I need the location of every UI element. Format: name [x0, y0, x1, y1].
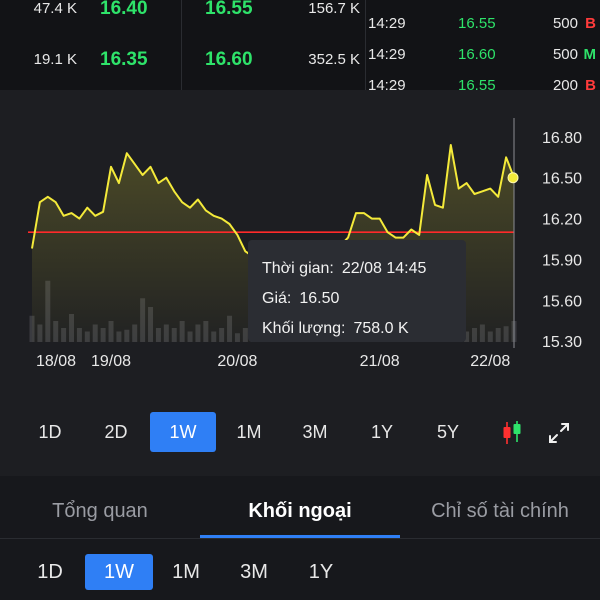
tooltip-volume-label: Khối lượng:	[262, 320, 346, 337]
ask-volume: 156.7 K	[308, 0, 360, 17]
bid-volume: 19.1 K	[33, 51, 77, 68]
trade-volume: 200	[552, 77, 578, 90]
tooltip-volume-row: Khối lượng: 758.0 K	[262, 314, 466, 344]
bid-price: 16.40	[100, 0, 148, 19]
x-axis-tick-label: 22/08	[470, 353, 510, 370]
trade-row: 14:29	[366, 0, 600, 8]
y-axis-tick-label: 15.90	[542, 252, 582, 269]
bid-price: 16.35	[100, 49, 148, 70]
x-axis-tick-label: 18/08	[36, 353, 76, 370]
sub-period-tab-3m[interactable]: 3M	[225, 554, 283, 590]
price-chart-card: 16.80 16.50 16.20 15.90 15.60 15.30 18/08 19/08…	[0, 90, 600, 476]
trade-time: 14:29	[368, 0, 406, 8]
x-axis-tick-label: 19/08	[91, 353, 131, 370]
period-tab-1m[interactable]: 1M	[221, 412, 277, 452]
y-axis-tick-label: 15.30	[542, 334, 582, 351]
sub-period-tab-1d[interactable]: 1D	[22, 554, 78, 590]
trade-price: 16.60	[458, 46, 496, 63]
order-book: 47.4 K 16.40 16.55 156.7 K 19.1 K 16.35 …	[0, 0, 600, 90]
period-tab-5y[interactable]: 5Y	[420, 412, 476, 452]
trade-time: 14:29	[368, 15, 406, 32]
sub-period-tab-1y[interactable]: 1Y	[293, 554, 349, 590]
trade-volume: 500	[552, 15, 578, 32]
bid-volume: 47.4 K	[33, 0, 77, 17]
trade-time: 14:29	[368, 46, 406, 63]
period-tab-2d[interactable]: 2D	[88, 412, 144, 452]
ask-price: 16.60	[205, 49, 253, 70]
sub-period-tabs: 1D 1W 1M 3M 1Y	[0, 550, 600, 596]
tooltip-time-value: 22/08 14:45	[341, 260, 427, 277]
divider	[0, 538, 600, 539]
tab-chi-so-tai-chinh[interactable]: Chỉ số tài chính	[400, 486, 600, 536]
tab-tong-quan[interactable]: Tổng quan	[0, 486, 200, 536]
period-tab-1y[interactable]: 1Y	[354, 412, 410, 452]
x-axis-tick-label: 21/08	[360, 353, 400, 370]
tooltip-time-row: Thời gian: 22/08 14:45	[262, 254, 466, 284]
price-point-marker	[507, 172, 519, 184]
info-tabs: Tổng quan Khối ngoại Chỉ số tài chính	[0, 486, 600, 538]
y-axis-tick-label: 15.60	[542, 293, 582, 310]
trade-price: 16.55	[458, 15, 496, 32]
trade-row: 14:29 16.55 500 B	[366, 11, 600, 37]
period-tab-1w[interactable]: 1W	[150, 412, 216, 452]
tooltip-price-label: Giá:	[262, 290, 292, 307]
y-axis-tick-label: 16.80	[542, 130, 582, 147]
trade-side: B	[585, 77, 596, 90]
period-tab-1d[interactable]: 1D	[22, 412, 78, 452]
y-axis-tick-label: 16.20	[542, 212, 582, 229]
ask-volume: 352.5 K	[308, 51, 360, 68]
expand-icon[interactable]	[547, 421, 571, 445]
trade-row: 14:29 16.60 500 M	[366, 42, 600, 68]
trade-price: 16.55	[458, 77, 496, 90]
period-tab-3m[interactable]: 3M	[287, 412, 343, 452]
candlestick-icon[interactable]	[500, 420, 524, 446]
sub-period-tab-1m[interactable]: 1M	[158, 554, 214, 590]
trade-side: B	[585, 15, 596, 32]
tooltip-volume-value: 758.0 K	[353, 320, 409, 337]
tab-khoi-ngoai[interactable]: Khối ngoại	[200, 486, 400, 536]
trade-volume: 500	[552, 46, 578, 63]
chart-tooltip: Thời gian: 22/08 14:45 Giá: 16.50 Khối lượ…	[248, 240, 466, 342]
tooltip-time-label: Thời gian:	[262, 260, 334, 277]
ask-price: 16.55	[205, 0, 253, 19]
tooltip-price-value: 16.50	[299, 290, 340, 307]
y-axis-tick-label: 16.50	[542, 171, 582, 188]
trade-row: 14:29 16.55 200 B	[366, 73, 600, 90]
column-divider	[181, 0, 182, 90]
tooltip-price-row: Giá: 16.50	[262, 284, 466, 314]
sub-period-tab-1w[interactable]: 1W	[85, 554, 153, 590]
trade-time: 14:29	[368, 77, 406, 90]
x-axis-tick-label: 20/08	[217, 353, 257, 370]
trade-list: 14:29 14:29 16.55 500 B 14:29 16.60 500 …	[366, 0, 600, 90]
trade-side: M	[583, 46, 597, 63]
